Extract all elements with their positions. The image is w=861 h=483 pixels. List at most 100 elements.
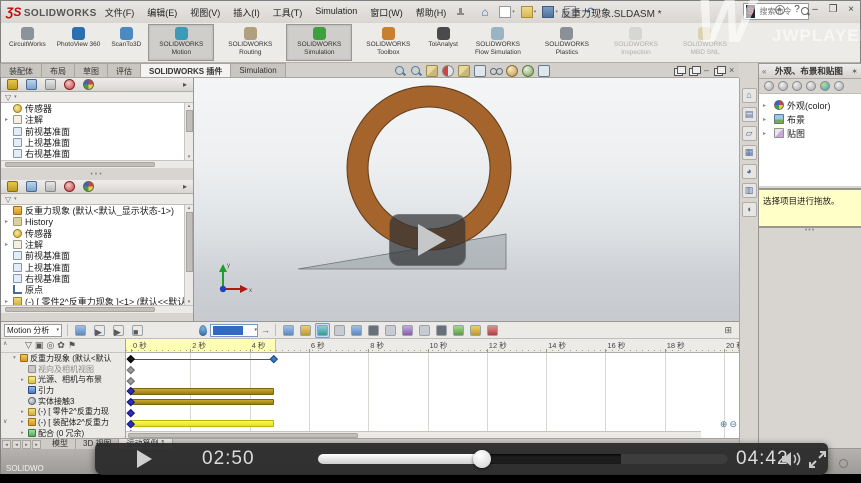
timeline-track-row[interactable] <box>126 386 739 397</box>
tree-item[interactable]: ▸ History <box>1 216 193 227</box>
apply-scene-icon[interactable] <box>522 65 534 77</box>
new-window-icon[interactable] <box>674 66 684 75</box>
timeline-track-row[interactable] <box>126 375 739 386</box>
keyframe-diamond[interactable] <box>127 355 135 363</box>
flow-simulation-icon[interactable]: SOLIDWORKS Flow Simulation <box>465 24 531 61</box>
next-key-icon[interactable]: → <box>261 324 270 337</box>
menu-item[interactable]: 帮助(H) <box>416 6 447 19</box>
filter-results-icon[interactable]: ✿ <box>57 340 65 351</box>
horizontal-scrollbar[interactable] <box>1 305 193 313</box>
solidworks-inspection-icon[interactable]: SOLIDWORKS Inspection <box>603 24 669 61</box>
appearance-tree-item[interactable]: ▸ 贴图 <box>759 126 861 140</box>
key-time-combo[interactable]: ▾ <box>210 324 258 337</box>
view-settings-icon[interactable] <box>538 65 550 77</box>
auto-key-icon[interactable] <box>315 323 330 338</box>
command-tab[interactable]: 装配体 <box>0 63 42 77</box>
minimize-button[interactable]: – <box>809 4 821 15</box>
add-key-icon[interactable] <box>332 323 347 338</box>
motion-setup-icon[interactable] <box>468 323 483 338</box>
tree-item[interactable]: ▸ 注解 <box>1 239 193 250</box>
contact-icon[interactable] <box>417 323 432 338</box>
tree-item[interactable]: 上视基准面 <box>1 137 193 148</box>
solidworks-motion-icon[interactable]: SOLIDWORKS Motion <box>148 24 214 61</box>
home-button[interactable]: ⌂ <box>479 5 495 19</box>
solidworks-plastics-icon[interactable]: SOLIDWORKS Plastics <box>534 24 600 61</box>
timeline-track-row[interactable] <box>126 418 739 429</box>
close-button[interactable]: × <box>845 4 857 15</box>
save-appearance-icon[interactable] <box>806 81 816 91</box>
timeline-zoom-out-icon[interactable]: ⊖ <box>729 419 737 429</box>
calculate-icon[interactable] <box>73 323 88 338</box>
command-tab[interactable]: 评估 <box>107 63 141 77</box>
design-library-icon[interactable]: ▤ <box>742 107 757 122</box>
save-animation-icon[interactable] <box>281 323 296 338</box>
account-icon[interactable] <box>775 5 785 15</box>
configurationmanager-tab-icon[interactable] <box>45 79 56 90</box>
spring-icon[interactable] <box>366 323 381 338</box>
appearance-tree-item[interactable]: ▸ 布景 <box>759 112 861 126</box>
keyframe-diamond[interactable] <box>127 377 135 385</box>
appearances-icon[interactable]: ◕ <box>742 164 757 179</box>
vertical-scrollbar[interactable]: ▴▾ <box>184 205 193 305</box>
dimxpertmanager-tab-icon[interactable] <box>64 79 75 90</box>
force-icon[interactable] <box>400 323 415 338</box>
assembly-root-item[interactable]: 反重力现象 (默认<默认_显示状态-1>) <box>1 205 193 216</box>
filter-icon[interactable]: ▽ <box>5 93 11 102</box>
big-play-button[interactable] <box>389 214 466 266</box>
last-tab-icon[interactable]: ▸ <box>32 440 41 449</box>
featuremanager-tab-icon[interactable] <box>7 79 18 90</box>
duration-bar[interactable] <box>131 399 274 406</box>
restore-button[interactable]: ❐ <box>827 4 839 15</box>
duration-bar[interactable] <box>131 420 274 427</box>
doc-restore-button[interactable] <box>714 66 724 75</box>
solidworks-simulation-icon[interactable]: SOLIDWORKS Simulation <box>286 24 352 61</box>
motion-tree-item[interactable]: ▸ (-) [ 装配体2^反重力 <box>1 417 125 428</box>
rotate-view-icon[interactable] <box>554 65 566 77</box>
view-palette-icon[interactable]: ▦ <box>742 145 757 160</box>
solidworks-toolbox-icon[interactable]: SOLIDWORKS Toolbox <box>355 24 421 61</box>
progress-bar[interactable] <box>318 454 728 464</box>
displaymanager-tab-icon[interactable] <box>83 181 94 192</box>
tree-item[interactable]: 右视基准面 <box>1 148 193 159</box>
scrubber-handle[interactable] <box>473 450 491 468</box>
displaymanager-tab-icon[interactable] <box>83 79 94 90</box>
horizontal-scrollbar[interactable] <box>1 160 193 168</box>
keyframe-diamond[interactable] <box>127 409 135 417</box>
solidworks-mbd-icon[interactable]: SOLIDWORKS MBD SNL <box>672 24 738 61</box>
tree-item[interactable]: ▸ 注解 <box>1 114 193 125</box>
panel-splitter[interactable]: ••• <box>1 168 193 180</box>
file-explorer-icon[interactable]: ▱ <box>742 126 757 141</box>
appearance-tree-item[interactable]: ▸ 外观(color) <box>759 98 861 112</box>
cascade-windows-icon[interactable] <box>689 66 699 75</box>
doc-minimize-button[interactable]: – <box>704 65 709 75</box>
graphics-viewport[interactable]: y x <box>194 78 739 321</box>
manager-tabs-overflow-icon[interactable]: ▸ <box>183 182 187 191</box>
simulation-setup-icon[interactable] <box>485 323 500 338</box>
stop-icon[interactable]: ■ <box>130 323 145 338</box>
apply-appearance-icon[interactable] <box>792 81 802 91</box>
fullscreen-icon[interactable] <box>809 451 826 468</box>
expand-icon[interactable]: ∨ <box>3 418 7 425</box>
pane-resize-grip[interactable]: ••• <box>759 228 861 234</box>
motion-tree-item[interactable]: 视向及相机视图 <box>1 364 125 375</box>
timebar-pointer-icon[interactable] <box>199 325 207 336</box>
tree-item[interactable]: ▸ (-) [ 零件2^反重力现象 ]<1> (默认<<默认>_显示状态 <box>1 295 193 305</box>
menu-item[interactable]: Simulation <box>315 6 357 19</box>
zoom-fit-icon[interactable] <box>394 65 406 77</box>
tree-item[interactable]: 传感器 <box>1 228 193 239</box>
pin-pane-icon[interactable]: ✶ <box>851 67 858 76</box>
motion-tree-item[interactable]: ▸ (-) [ 零件2^反重力现 <box>1 406 125 417</box>
hide-show-items-icon[interactable] <box>490 65 502 77</box>
study-tab[interactable]: 模型 <box>45 439 76 449</box>
command-tab[interactable]: Simulation <box>230 63 285 77</box>
scanto3d-icon[interactable]: ScanTo3D <box>107 24 145 61</box>
menu-item[interactable]: 视图(V) <box>190 6 220 19</box>
circuitworks-icon[interactable]: CircuitWorks <box>5 24 50 61</box>
view-orientation-icon[interactable] <box>458 65 470 77</box>
new-document-button[interactable]: ▾ <box>497 5 517 19</box>
display-style-icon[interactable] <box>474 65 486 77</box>
photoview-360-icon[interactable]: PhotoView 360 <box>53 24 105 61</box>
move-up-icon[interactable] <box>834 81 844 91</box>
vertical-scrollbar[interactable]: ▴▾ <box>184 103 193 160</box>
end-keyframe-diamond[interactable] <box>270 355 278 363</box>
